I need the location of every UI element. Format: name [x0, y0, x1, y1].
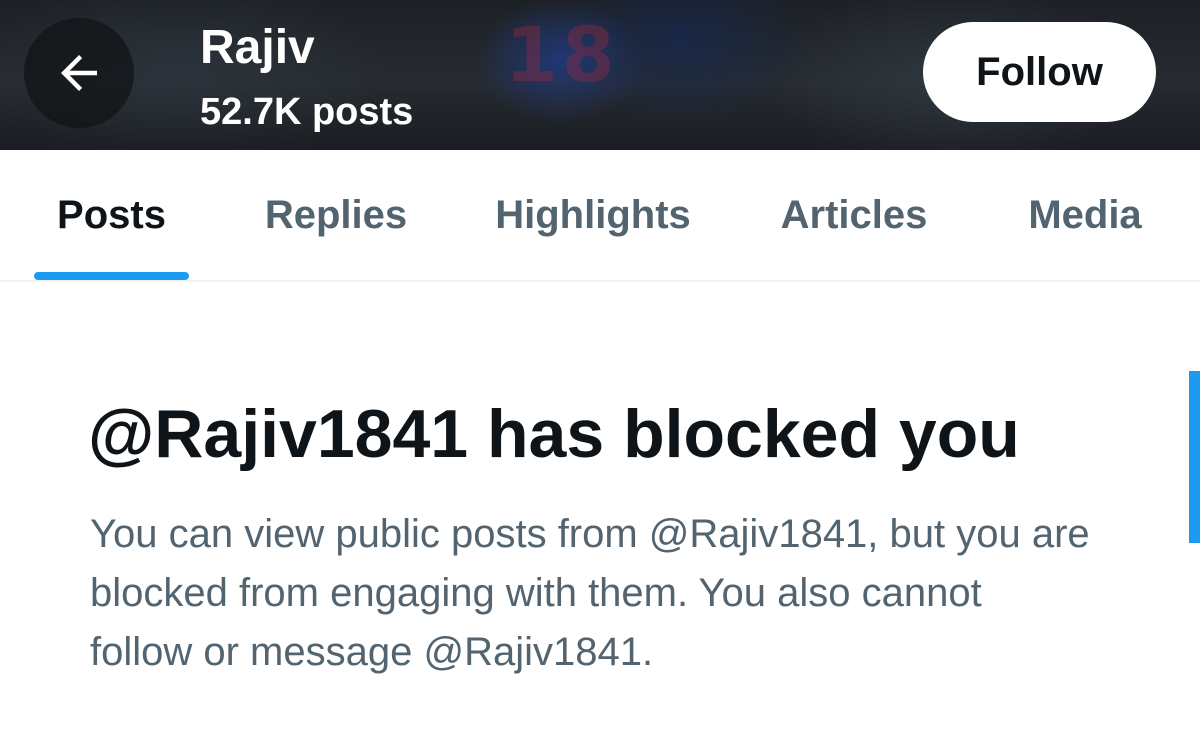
tab-media[interactable]: Media — [1012, 150, 1158, 280]
blocked-description: You can view public posts from @Rajiv184… — [90, 512, 1090, 674]
post-count: 52.7K posts — [200, 91, 414, 133]
arrow-left-icon — [61, 55, 97, 91]
active-tab-indicator — [34, 272, 189, 280]
follow-button[interactable]: Follow — [923, 22, 1156, 122]
profile-tabs: Posts Replies Highlights Articles Media — [0, 150, 1200, 282]
profile-header-banner: 18 Rajiv 52.7K posts Follow — [0, 0, 1200, 150]
blocked-title: @Rajiv1841 has blocked you — [88, 396, 1020, 472]
back-button[interactable] — [24, 18, 134, 128]
profile-name: Rajiv — [200, 21, 315, 74]
tab-articles[interactable]: Articles — [764, 150, 944, 280]
banner-image: 18 — [505, 10, 619, 99]
tab-replies[interactable]: Replies — [250, 150, 422, 280]
tab-highlights[interactable]: Highlights — [478, 150, 708, 280]
tab-posts[interactable]: Posts — [34, 150, 189, 280]
scrollbar[interactable] — [1189, 371, 1200, 543]
